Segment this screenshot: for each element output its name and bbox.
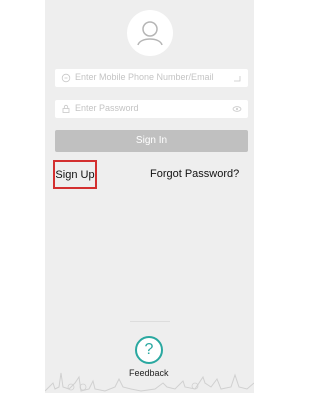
feedback-label[interactable]: Feedback xyxy=(129,368,169,378)
phone-email-placeholder: Enter Mobile Phone Number/Email xyxy=(75,72,214,82)
clear-icon[interactable] xyxy=(232,73,242,83)
phone-email-input[interactable]: Enter Mobile Phone Number/Email xyxy=(55,69,248,87)
lock-icon xyxy=(61,104,71,114)
forgot-password-link[interactable]: Forgot Password? xyxy=(150,168,239,180)
eye-icon[interactable] xyxy=(232,104,242,114)
sign-in-button[interactable]: Sign In xyxy=(55,130,248,152)
question-icon[interactable]: ? xyxy=(135,336,163,364)
sign-up-link[interactable]: Sign Up xyxy=(53,160,97,189)
avatar xyxy=(127,10,173,56)
user-avatar-icon xyxy=(137,21,163,46)
password-input[interactable]: Enter Password xyxy=(55,100,248,118)
password-placeholder: Enter Password xyxy=(75,103,139,113)
divider xyxy=(130,321,170,322)
login-panel: Enter Mobile Phone Number/Email Enter Pa… xyxy=(45,0,254,393)
phone-icon xyxy=(61,73,71,83)
